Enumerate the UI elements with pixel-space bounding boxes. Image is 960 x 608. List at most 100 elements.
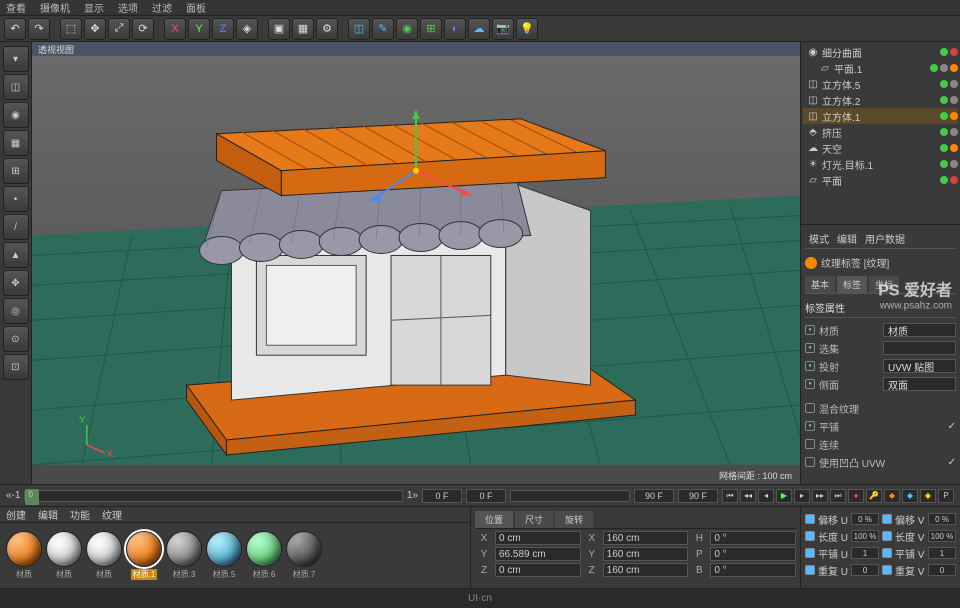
coord-y-pos[interactable]: 66.589 cm xyxy=(495,547,581,561)
attr-checkbox[interactable] xyxy=(805,457,815,467)
attr-projection-field[interactable]: UVW 贴图 xyxy=(883,359,956,373)
coord-z-pos[interactable]: 0 cm xyxy=(495,563,581,577)
timeline-current-field[interactable]: 0 F xyxy=(466,489,506,503)
obj-row[interactable]: ◫立方体.2 xyxy=(803,92,958,108)
menu-view[interactable]: 查看 xyxy=(6,0,26,15)
attr-checkbox[interactable] xyxy=(805,403,815,413)
length-u-field[interactable]: 100 % xyxy=(851,530,879,542)
keyframe-param-button[interactable]: P xyxy=(938,489,954,503)
material-item-selected[interactable]: 材质.1 xyxy=(126,531,162,580)
attr-edit[interactable]: 编辑 xyxy=(837,231,857,246)
timeline-prev-marker[interactable]: «-1 xyxy=(6,490,20,501)
array-button[interactable]: ⊞ xyxy=(420,18,442,40)
attr-checkbox[interactable] xyxy=(805,421,815,431)
attr-selection-field[interactable] xyxy=(883,341,956,355)
obj-row[interactable]: ◉细分曲面 xyxy=(803,44,958,60)
material-item[interactable]: 材质 xyxy=(86,531,122,580)
obj-row[interactable]: ▱平面.1 xyxy=(803,60,958,76)
tab-basic[interactable]: 基本 xyxy=(805,276,835,293)
move-tool[interactable]: ✥ xyxy=(84,18,106,40)
obj-row[interactable]: ◫立方体.5 xyxy=(803,76,958,92)
coord-y-size[interactable]: 160 cm xyxy=(603,547,689,561)
coord-tab-rotation[interactable]: 旋转 xyxy=(555,511,593,528)
viewport-solo-button[interactable]: ◎ xyxy=(3,298,29,324)
coord-h-rot[interactable]: 0 ° xyxy=(710,531,796,545)
coord-x-pos[interactable]: 0 cm xyxy=(495,531,581,545)
attr-side-field[interactable]: 双面 xyxy=(883,377,956,391)
menu-display[interactable]: 显示 xyxy=(84,0,104,15)
mat-menu-edit[interactable]: 编辑 xyxy=(38,507,58,522)
material-item[interactable]: 材质 xyxy=(6,531,42,580)
attr-checkbox[interactable] xyxy=(805,343,815,353)
prev-key-button[interactable]: ◂◂ xyxy=(740,489,756,503)
tr-checkbox[interactable] xyxy=(805,531,815,541)
material-item[interactable]: 材质 xyxy=(46,531,82,580)
object-tree[interactable]: ◉细分曲面 ▱平面.1 ◫立方体.5 ◫立方体.2 ◫立方体.1 ⬘挤压 ☁天空… xyxy=(801,42,960,190)
spline-pen-button[interactable]: ✎ xyxy=(372,18,394,40)
mat-menu-create[interactable]: 创建 xyxy=(6,507,26,522)
camera-button[interactable]: 📷 xyxy=(492,18,514,40)
workplane-button[interactable]: ⊞ xyxy=(3,158,29,184)
rotate-tool[interactable]: ⟳ xyxy=(132,18,154,40)
offset-v-field[interactable]: 0 % xyxy=(928,513,956,525)
next-frame-button[interactable]: ▸ xyxy=(794,489,810,503)
coord-z-size[interactable]: 160 cm xyxy=(603,563,689,577)
keyframe-scale-button[interactable]: ◆ xyxy=(902,489,918,503)
tr-checkbox[interactable] xyxy=(882,565,892,575)
point-mode-button[interactable]: • xyxy=(3,186,29,212)
record-button[interactable]: ● xyxy=(848,489,864,503)
world-axis-button[interactable]: ◈ xyxy=(236,18,258,40)
obj-row[interactable]: ▱平面 xyxy=(803,172,958,188)
material-list[interactable]: 材质 材质 材质 材质.1 材质.3 材质.5 材质.6 材质.7 xyxy=(0,523,470,588)
render-view-button[interactable]: ▣ xyxy=(268,18,290,40)
attr-checkbox[interactable] xyxy=(805,361,815,371)
object-mode-button[interactable]: ◉ xyxy=(3,102,29,128)
coord-x-size[interactable]: 160 cm xyxy=(603,531,689,545)
attr-userdata[interactable]: 用户数据 xyxy=(865,231,905,246)
timeline-next-marker[interactable]: 1» xyxy=(407,490,418,501)
menu-filter[interactable]: 过滤 xyxy=(152,0,172,15)
attr-checkbox[interactable] xyxy=(805,379,815,389)
tr-checkbox[interactable] xyxy=(882,514,892,524)
attr-checkbox[interactable] xyxy=(805,439,815,449)
tr-checkbox[interactable] xyxy=(805,565,815,575)
coord-tab-size[interactable]: 尺寸 xyxy=(515,511,553,528)
attr-checkbox[interactable] xyxy=(805,325,815,335)
axis-z-toggle[interactable]: Z xyxy=(212,18,234,40)
material-item[interactable]: 材质.3 xyxy=(166,531,202,580)
nurbs-button[interactable]: ◉ xyxy=(396,18,418,40)
timeline-slider[interactable]: 0 xyxy=(24,490,402,502)
obj-row[interactable]: ⬘挤压 xyxy=(803,124,958,140)
axis-y-toggle[interactable]: Y xyxy=(188,18,210,40)
light-button[interactable]: 💡 xyxy=(516,18,538,40)
repeat-u-field[interactable]: 0 xyxy=(851,564,879,576)
timeline-handle[interactable]: 0 xyxy=(25,489,39,505)
material-item[interactable]: 材质.7 xyxy=(286,531,322,580)
prev-frame-button[interactable]: ◂ xyxy=(758,489,774,503)
viewport-canvas[interactable]: Y X 网格间距 : 100 cm xyxy=(32,56,800,484)
render-settings-button[interactable]: ⚙ xyxy=(316,18,338,40)
polygon-mode-button[interactable]: ▲ xyxy=(3,242,29,268)
timeline-end-field[interactable]: 90 F xyxy=(634,489,674,503)
goto-end-button[interactable]: ⏭ xyxy=(830,489,846,503)
environment-button[interactable]: ☁ xyxy=(468,18,490,40)
keyframe-pos-button[interactable]: ◆ xyxy=(884,489,900,503)
coord-tab-position[interactable]: 位置 xyxy=(475,511,513,528)
coord-b-rot[interactable]: 0 ° xyxy=(710,563,796,577)
deformer-button[interactable]: ◐ xyxy=(444,18,466,40)
make-editable-button[interactable]: ▾ xyxy=(3,46,29,72)
mat-menu-function[interactable]: 功能 xyxy=(70,507,90,522)
offset-u-field[interactable]: 0 % xyxy=(851,513,879,525)
tr-checkbox[interactable] xyxy=(882,548,892,558)
timeline-start-field[interactable]: 0 F xyxy=(422,489,462,503)
attr-material-field[interactable]: 材质 xyxy=(883,323,956,337)
keyframe-rot-button[interactable]: ◆ xyxy=(920,489,936,503)
tr-checkbox[interactable] xyxy=(805,548,815,558)
tile-v-field[interactable]: 1 xyxy=(928,547,956,559)
goto-start-button[interactable]: ⏮ xyxy=(722,489,738,503)
workplane-snap-button[interactable]: ⊡ xyxy=(3,354,29,380)
primitive-cube-button[interactable]: ◫ xyxy=(348,18,370,40)
coord-p-rot[interactable]: 0 ° xyxy=(710,547,796,561)
timeline-range-slider[interactable] xyxy=(510,490,630,502)
undo-button[interactable]: ↶ xyxy=(4,18,26,40)
